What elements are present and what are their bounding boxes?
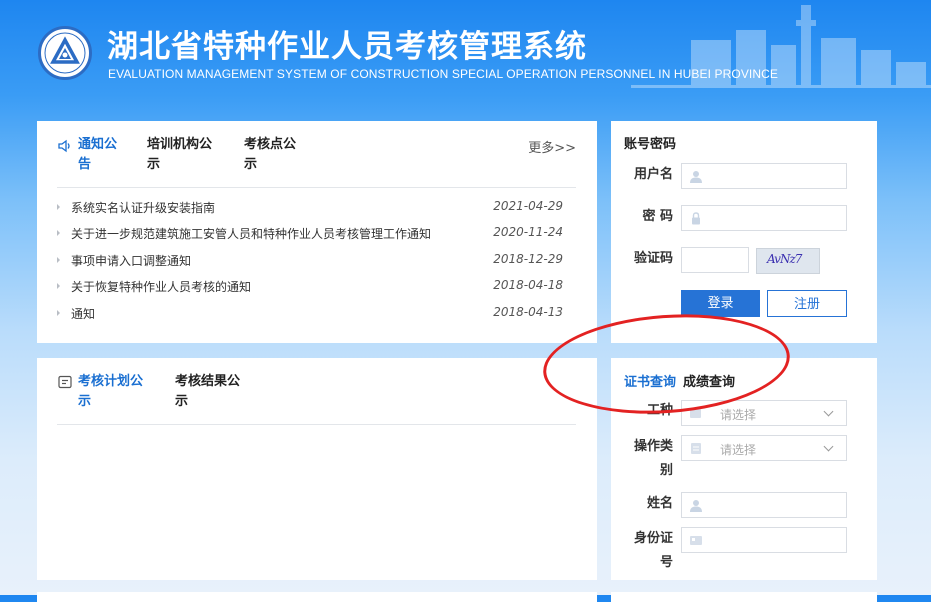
news-date: 2018-04-18: [493, 278, 563, 292]
news-item[interactable]: 系统实名认证升级安装指南 2021-04-29: [57, 199, 563, 219]
login-title: 账号密码: [624, 137, 677, 152]
category-label: 操作类别: [633, 439, 673, 478]
category-placeholder: 请选择: [720, 443, 757, 457]
news-item[interactable]: 关于恢复特种作业人员考核的通知 2018-04-18: [57, 278, 563, 298]
username-label: 用户名: [633, 167, 673, 182]
register-button[interactable]: 注册: [767, 290, 847, 317]
captcha-label: 验证码: [633, 251, 673, 266]
tab-score-query[interactable]: 成绩查询: [683, 371, 735, 390]
tab-exam-sites[interactable]: 考核点公示: [244, 135, 306, 175]
tab-exam-plan[interactable]: 考核计划公示: [78, 372, 152, 412]
login-panel: 账号密码 用户名 密 码 验证码 AvNz7 登录 注册: [611, 121, 877, 343]
bullet-icon: [57, 283, 60, 289]
password-label: 密 码: [642, 209, 673, 224]
bullet-icon: [57, 310, 60, 316]
bullet-icon: [57, 204, 60, 210]
lock-icon: [692, 212, 700, 225]
news-title[interactable]: 通知: [71, 305, 95, 322]
news-date: 2018-12-29: [493, 252, 563, 266]
news-title[interactable]: 事项申请入口调整通知: [71, 252, 191, 269]
document-icon: [691, 443, 701, 454]
bottom-panel-right: [611, 592, 877, 602]
category-select[interactable]: 请选择: [681, 435, 847, 461]
city-skyline-decoration: [631, 5, 931, 88]
trade-placeholder: 请选择: [720, 408, 757, 422]
captcha-image[interactable]: AvNz7: [756, 248, 820, 274]
name-label: 姓名: [646, 496, 673, 511]
password-field[interactable]: [681, 205, 847, 231]
news-title[interactable]: 关于恢复特种作业人员考核的通知: [71, 278, 251, 295]
tag-icon: [690, 409, 701, 418]
news-date: 2018-04-13: [493, 305, 563, 319]
id-number-field[interactable]: [681, 527, 847, 553]
bottom-panel-left: [37, 592, 597, 602]
tab-notice[interactable]: 通知公告: [78, 135, 126, 175]
user-icon: [690, 500, 702, 512]
more-link[interactable]: 更多>>: [528, 137, 576, 156]
divider: [57, 187, 576, 188]
chevron-down-icon: [823, 441, 834, 452]
news-item[interactable]: 事项申请入口调整通知 2018-12-29: [57, 252, 563, 272]
id-number-label: 身份证号: [633, 531, 673, 570]
captcha-text: AvNz7: [767, 252, 802, 266]
news-date: 2020-11-24: [493, 225, 563, 239]
user-icon: [690, 171, 702, 183]
chevron-down-icon: [823, 406, 834, 417]
news-item[interactable]: 关于进一步规范建筑施工安管人员和特种作业人员考核管理工作通知 2020-11-2…: [57, 225, 563, 245]
news-date: 2021-04-29: [493, 199, 563, 213]
tab-certificate-query[interactable]: 证书查询: [624, 371, 676, 390]
bullet-icon: [57, 257, 60, 263]
username-field[interactable]: [681, 163, 847, 189]
site-title: 湖北省特种作业人员考核管理系统: [107, 29, 587, 65]
logo-emblem-icon: [44, 32, 86, 74]
document-list-icon: [58, 375, 72, 389]
captcha-field[interactable]: [681, 247, 749, 273]
tab-exam-results[interactable]: 考核结果公示: [175, 372, 249, 412]
query-panel: 证书查询 成绩查询 工种 请选择 操作类别 请选择 姓名 身份证号: [611, 358, 877, 580]
news-title[interactable]: 系统实名认证升级安装指南: [71, 199, 215, 216]
site-logo: [38, 26, 92, 80]
trade-select[interactable]: 请选择: [681, 400, 847, 426]
trade-label: 工种: [646, 403, 673, 418]
login-button[interactable]: 登录: [681, 290, 760, 317]
divider: [57, 424, 576, 425]
news-title[interactable]: 关于进一步规范建筑施工安管人员和特种作业人员考核管理工作通知: [71, 225, 431, 242]
exam-plan-panel: 考核计划公示 考核结果公示: [37, 358, 597, 580]
notice-panel: 通知公告 培训机构公示 考核点公示 更多>> 系统实名认证升级安装指南 2021…: [37, 121, 597, 343]
tab-training-institutions[interactable]: 培训机构公示: [147, 135, 221, 175]
bullet-icon: [57, 230, 60, 236]
id-card-icon: [690, 536, 702, 545]
name-field[interactable]: [681, 492, 847, 518]
news-item[interactable]: 通知 2018-04-13: [57, 305, 563, 325]
speaker-icon: [58, 139, 70, 153]
